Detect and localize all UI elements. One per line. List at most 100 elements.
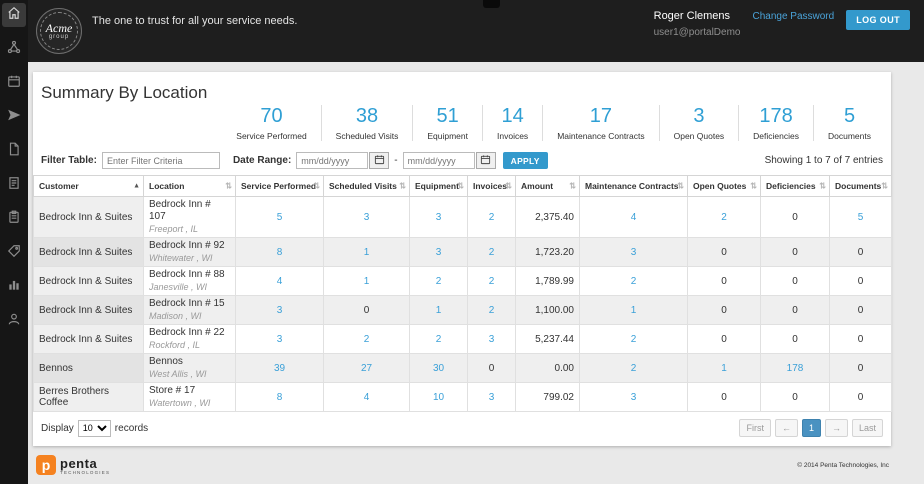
sidebar-item-clipboard[interactable]: [2, 207, 26, 231]
count-link[interactable]: 2: [631, 334, 637, 345]
kpi-value[interactable]: 14: [497, 105, 528, 128]
date-from-input[interactable]: [296, 152, 369, 169]
page-title: Summary By Location: [41, 83, 208, 102]
count-link[interactable]: 3: [489, 392, 495, 403]
sidebar-item-calendar[interactable]: [2, 71, 26, 95]
count-link[interactable]: 1: [631, 305, 637, 316]
sidebar-item-file[interactable]: [2, 139, 26, 163]
count-link[interactable]: 30: [433, 363, 444, 374]
sidebar-item-user[interactable]: [2, 309, 26, 333]
count-link[interactable]: 2: [364, 334, 370, 345]
count-link[interactable]: 3: [364, 212, 370, 223]
cell-documents: 0: [829, 382, 892, 412]
user-name: Roger Clemens: [653, 10, 731, 22]
records-per-page-select[interactable]: 10: [77, 419, 111, 437]
count-link[interactable]: 2: [631, 276, 637, 287]
sidebar-item-tag[interactable]: [2, 241, 26, 265]
date-to-input[interactable]: [402, 152, 475, 169]
column-header-invoices[interactable]: Invoices ⇅: [467, 175, 516, 197]
count-link[interactable]: 2: [436, 334, 442, 345]
cell-open-quotes: 0: [687, 324, 761, 354]
sidebar-item-network[interactable]: [2, 37, 26, 61]
count-link[interactable]: 2: [631, 363, 637, 374]
tagline: The one to trust for all your service ne…: [92, 15, 298, 27]
column-header-documents[interactable]: Documents ⇅: [829, 175, 892, 197]
pagination-last[interactable]: Last: [851, 419, 883, 437]
count-link[interactable]: 178: [787, 363, 804, 374]
count-link[interactable]: 4: [277, 276, 283, 287]
cell-service-performed: 5: [235, 196, 324, 238]
count-link[interactable]: 3: [631, 392, 637, 403]
column-header-service-performed[interactable]: Service Performed ⇅: [235, 175, 324, 197]
cell-location: Bedrock Inn # 15 Madison , WI: [143, 295, 236, 325]
column-header-location[interactable]: Location ⇅: [143, 175, 236, 197]
kpi-value[interactable]: 5: [828, 105, 871, 128]
count-link[interactable]: 4: [631, 212, 637, 223]
change-password-link[interactable]: Change Password: [752, 11, 834, 22]
date-to-calendar-button[interactable]: [475, 152, 496, 169]
count-link[interactable]: 3: [631, 247, 637, 258]
kpi-value[interactable]: 51: [427, 105, 468, 128]
sidebar-item-invoice[interactable]: [2, 173, 26, 197]
column-header-maintenance-contracts[interactable]: Maintenance Contracts ⇅: [579, 175, 688, 197]
count-link[interactable]: 1: [364, 276, 370, 287]
filter-input[interactable]: [101, 152, 220, 169]
count-link[interactable]: 3: [436, 212, 442, 223]
sidebar-item-send[interactable]: [2, 105, 26, 129]
kpi-service-performed: 70 Service Performed: [222, 105, 320, 141]
count-link[interactable]: 3: [277, 305, 283, 316]
count-link[interactable]: 3: [436, 247, 442, 258]
cell-deficiencies: 0: [760, 266, 830, 296]
column-header-open-quotes[interactable]: Open Quotes ⇅: [687, 175, 761, 197]
cell-maintenance-contracts: 2: [579, 324, 688, 354]
count-link[interactable]: 8: [277, 247, 283, 258]
pagination-first[interactable]: First: [739, 419, 771, 437]
calendar-icon: [7, 74, 21, 93]
logout-button[interactable]: LOG OUT: [846, 10, 910, 30]
records-label: records: [114, 422, 149, 434]
pagination-prev[interactable]: ←: [774, 419, 798, 437]
count-link[interactable]: 3: [277, 334, 283, 345]
kpi-value[interactable]: 38: [336, 105, 399, 128]
column-header-customer[interactable]: Customer ▲: [33, 175, 144, 197]
column-header-scheduled-visits[interactable]: Scheduled Visits ⇅: [323, 175, 410, 197]
count-link[interactable]: 8: [277, 392, 283, 403]
cell-deficiencies: 178: [760, 353, 830, 383]
count-link[interactable]: 2: [489, 276, 495, 287]
sort-icon: ⇅: [750, 181, 757, 191]
cell-deficiencies: 0: [760, 196, 830, 238]
kpi-label: Deficiencies: [753, 131, 799, 141]
table-row: Bedrock Inn & Suites Bedrock Inn # 88 Jane…: [33, 266, 892, 296]
kpi-value[interactable]: 178: [753, 105, 799, 128]
count-link[interactable]: 5: [858, 212, 864, 223]
count-link[interactable]: 1: [364, 247, 370, 258]
count-link[interactable]: 3: [489, 334, 495, 345]
sidebar-item-bar-chart[interactable]: [2, 275, 26, 299]
column-header-equipment[interactable]: Equipment ⇅: [409, 175, 468, 197]
cell-open-quotes: 1: [687, 353, 761, 383]
count-link[interactable]: 27: [361, 363, 372, 374]
count-link[interactable]: 1: [436, 305, 442, 316]
count-link[interactable]: 5: [277, 212, 283, 223]
count-link[interactable]: 2: [436, 276, 442, 287]
apply-button[interactable]: APPLY: [502, 152, 548, 169]
pagination-page-1[interactable]: 1: [801, 419, 821, 437]
count-link[interactable]: 39: [274, 363, 285, 374]
count-link[interactable]: 1: [721, 363, 727, 374]
cell-amount: 1,723.20: [515, 237, 580, 267]
column-header-deficiencies[interactable]: Deficiencies ⇅: [760, 175, 830, 197]
count-link[interactable]: 2: [489, 212, 495, 223]
kpi-value[interactable]: 70: [236, 105, 306, 128]
count-link[interactable]: 4: [364, 392, 370, 403]
column-header-amount[interactable]: Amount ⇅: [515, 175, 580, 197]
count-link[interactable]: 2: [489, 247, 495, 258]
date-from-calendar-button[interactable]: [369, 152, 390, 169]
count-link[interactable]: 2: [721, 212, 727, 223]
pagination-next[interactable]: →: [824, 419, 848, 437]
count-link[interactable]: 2: [489, 305, 495, 316]
sidebar-item-home[interactable]: [2, 3, 26, 27]
count-link[interactable]: 10: [433, 392, 444, 403]
kpi-value[interactable]: 17: [557, 105, 644, 128]
kpi-value[interactable]: 3: [674, 105, 725, 128]
cell-maintenance-contracts: 2: [579, 353, 688, 383]
